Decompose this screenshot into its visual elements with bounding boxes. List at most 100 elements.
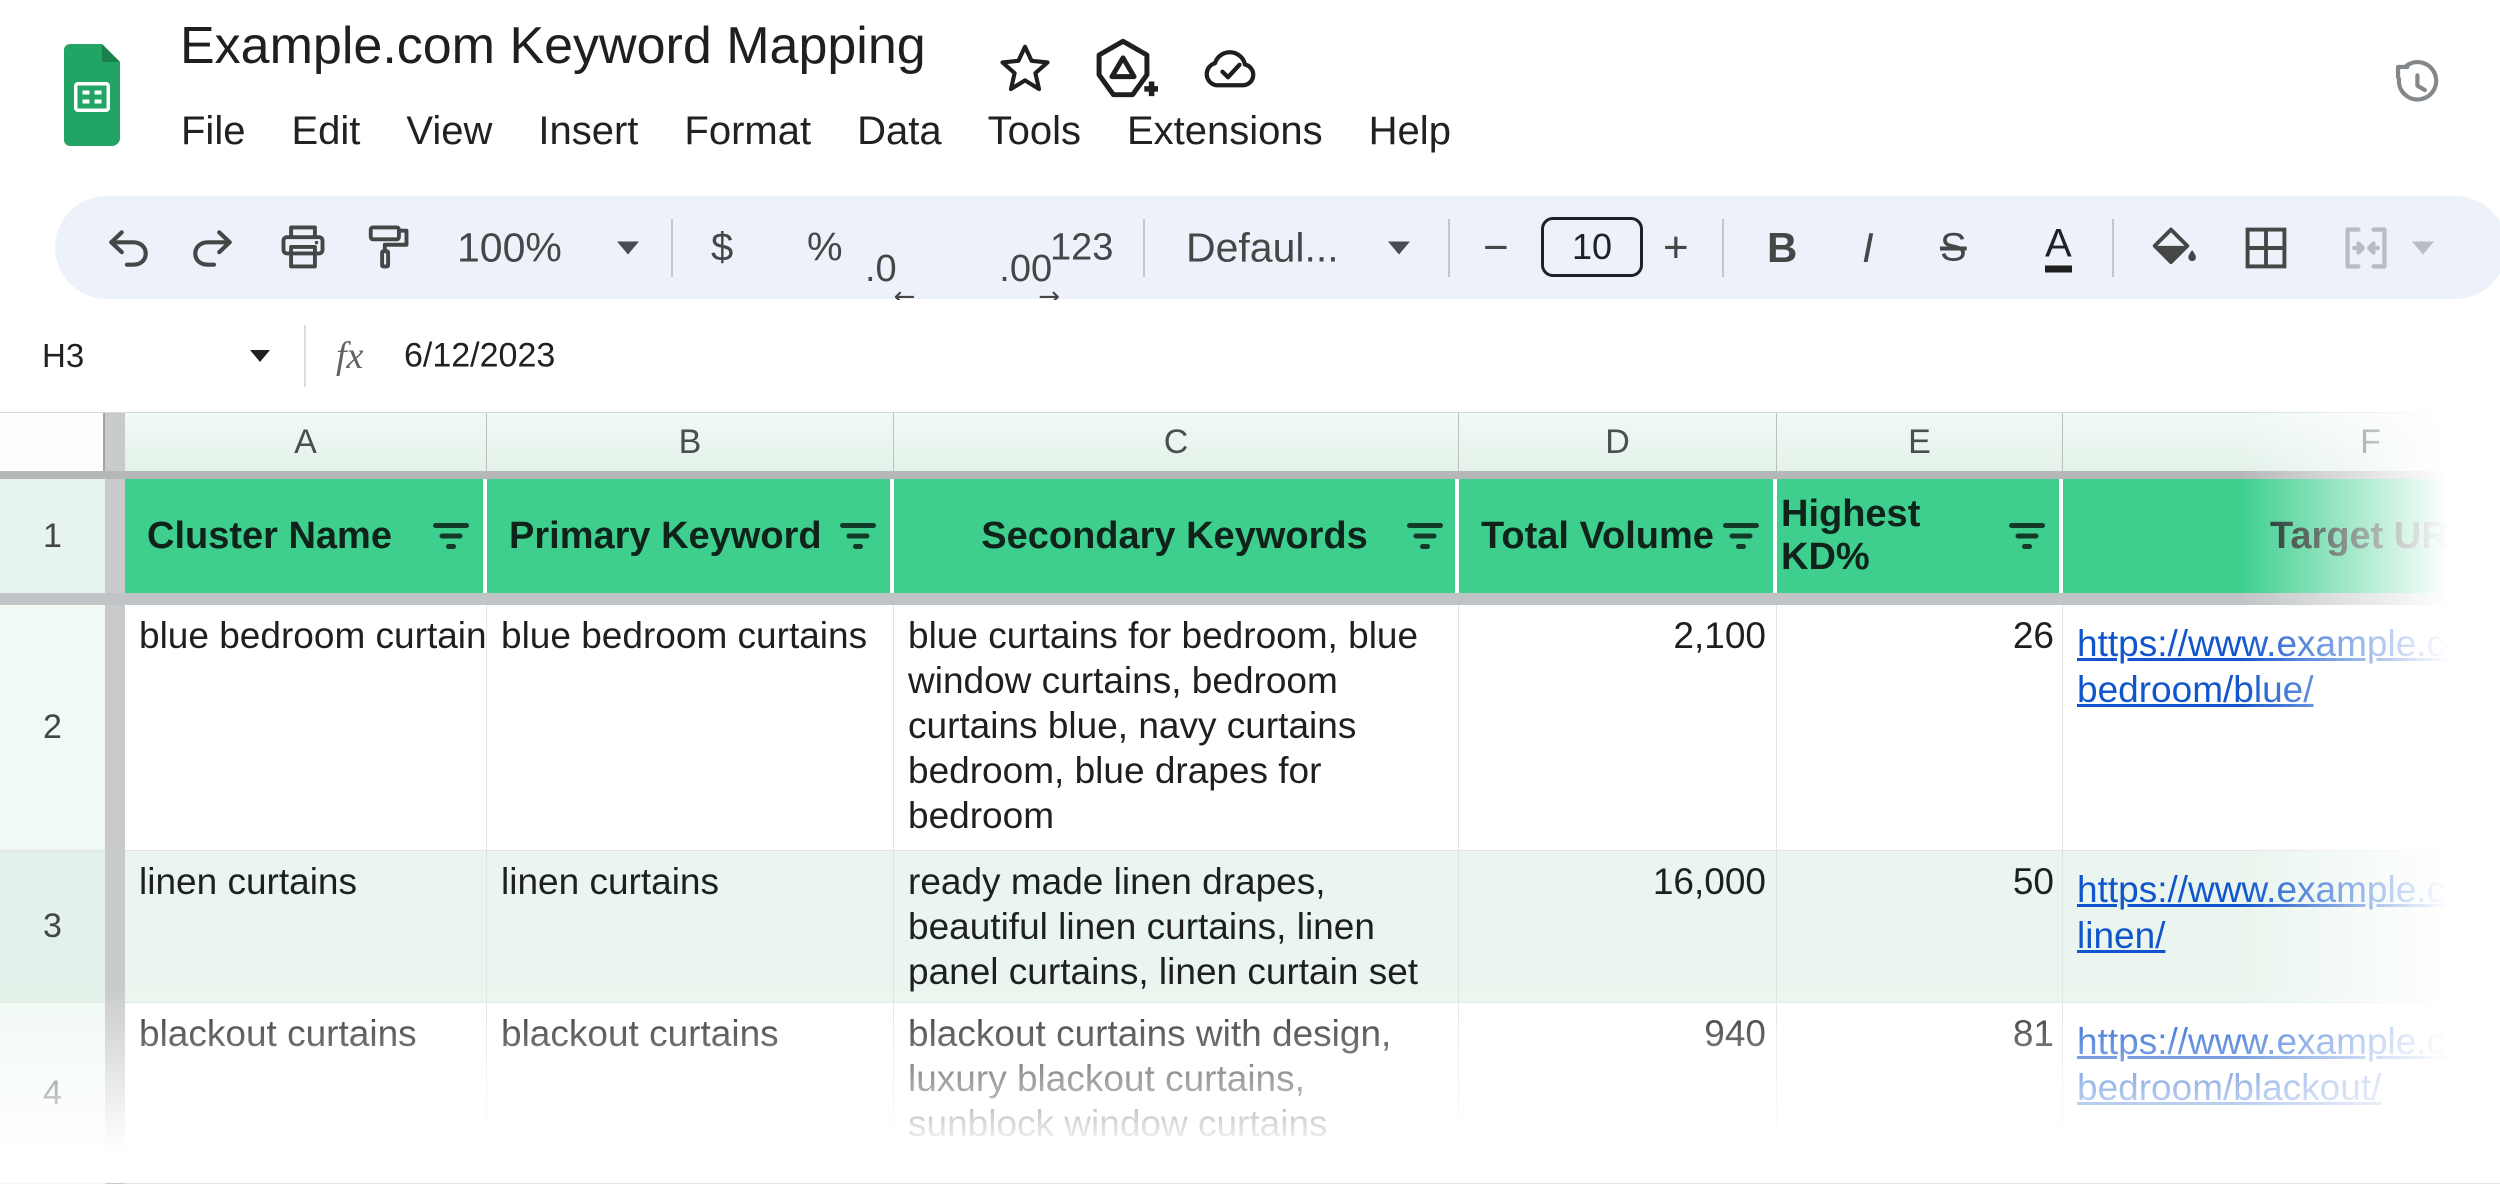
menu-item-help[interactable]: Help bbox=[1346, 102, 1474, 160]
target-url-link[interactable]: https://www.example.com/ bbox=[2077, 1019, 2500, 1065]
undo-icon[interactable] bbox=[103, 223, 153, 273]
table-row: 2 blue bedroom curtains blue bedroom cur… bbox=[0, 605, 2500, 851]
table-row: 4 blackout curtains blackout curtains bl… bbox=[0, 1003, 2500, 1184]
toolbar-separator bbox=[1448, 219, 1450, 277]
formula-input[interactable]: 6/12/2023 bbox=[404, 337, 555, 376]
sheets-logo-icon[interactable] bbox=[64, 44, 120, 146]
name-box-caret-icon[interactable] bbox=[250, 350, 270, 362]
frozen-pane-divider-vertical bbox=[105, 851, 125, 1003]
column-header-a[interactable]: A bbox=[125, 413, 487, 471]
column-header-b[interactable]: B bbox=[487, 413, 894, 471]
filter-icon[interactable] bbox=[840, 523, 876, 549]
move-to-drive-icon[interactable] bbox=[1088, 34, 1158, 104]
column-header-e[interactable]: E bbox=[1777, 413, 2063, 471]
menu-item-view[interactable]: View bbox=[383, 102, 515, 160]
menu-item-tools[interactable]: Tools bbox=[965, 102, 1104, 160]
cell-target-url[interactable]: https://www.example.com/ bedroom/blue/ bbox=[2063, 605, 2500, 851]
cell-cluster-name[interactable]: linen curtains bbox=[125, 851, 487, 1003]
row-header-3[interactable]: 3 bbox=[0, 851, 105, 1003]
header-cell-primary-keyword[interactable]: Primary Keyword bbox=[487, 479, 894, 593]
menu-item-edit[interactable]: Edit bbox=[268, 102, 383, 160]
cloud-saved-icon[interactable] bbox=[1192, 39, 1266, 99]
toolbar: 100% $ % .0← .00→ 123 Defaul... − 10 + B… bbox=[55, 196, 2500, 299]
filter-icon[interactable] bbox=[1723, 523, 1759, 549]
cell-highest-kd[interactable]: 50 bbox=[1777, 851, 2063, 1003]
menu-bar: File Edit View Insert Format Data Tools … bbox=[158, 102, 1474, 160]
target-url-link[interactable]: https://www.example.com/ bbox=[2077, 621, 2500, 667]
cell-target-url[interactable]: https://www.example.com/ linen/ bbox=[2063, 851, 2500, 1003]
cell-secondary-keywords[interactable]: blue curtains for bedroom, blue window c… bbox=[894, 605, 1459, 851]
cell-cluster-name[interactable]: blue bedroom curtains bbox=[125, 605, 487, 851]
font-select[interactable]: Defaul... bbox=[1186, 224, 1339, 271]
version-history-icon[interactable] bbox=[2388, 56, 2444, 112]
cell-primary-keyword[interactable]: blue bedroom curtains bbox=[487, 605, 894, 851]
cell-cluster-name[interactable]: blackout curtains bbox=[125, 1003, 487, 1184]
target-url-link[interactable]: https://www.example.com/ bbox=[2077, 867, 2500, 913]
bold-button[interactable]: B bbox=[1767, 224, 1797, 272]
document-title[interactable]: Example.com Keyword Mapping bbox=[180, 14, 926, 78]
app-header: Example.com Keyword Mapping File Edit Vi… bbox=[0, 0, 2500, 196]
strikethrough-button[interactable]: S bbox=[1940, 225, 1967, 270]
select-all-corner[interactable] bbox=[0, 413, 105, 471]
redo-icon[interactable] bbox=[188, 223, 238, 273]
fill-color-icon[interactable] bbox=[2145, 222, 2197, 274]
cell-secondary-keywords[interactable]: blackout curtains with design, luxury bl… bbox=[894, 1003, 1459, 1184]
filter-icon[interactable] bbox=[2009, 523, 2045, 549]
menu-item-insert[interactable]: Insert bbox=[515, 102, 661, 160]
paint-format-icon[interactable] bbox=[361, 222, 413, 274]
menu-item-file[interactable]: File bbox=[158, 102, 268, 160]
header-cell-cluster-name[interactable]: Cluster Name bbox=[125, 479, 487, 593]
header-cell-target-url[interactable]: Target URL bbox=[2063, 479, 2500, 593]
column-header-f[interactable]: F bbox=[2063, 413, 2500, 471]
header-strip-border bbox=[0, 471, 2500, 479]
borders-icon[interactable] bbox=[2240, 222, 2292, 274]
cell-total-volume[interactable]: 940 bbox=[1459, 1003, 1777, 1184]
row-header-2[interactable]: 2 bbox=[0, 605, 105, 851]
font-size-input[interactable]: 10 bbox=[1541, 217, 1643, 277]
text-color-button[interactable]: A bbox=[2045, 223, 2072, 272]
merge-cells-icon[interactable] bbox=[2340, 222, 2392, 274]
star-icon[interactable] bbox=[996, 40, 1054, 98]
column-header-c[interactable]: C bbox=[894, 413, 1459, 471]
increase-font-size-button[interactable]: + bbox=[1663, 223, 1689, 273]
frozen-pane-divider-vertical bbox=[105, 413, 125, 471]
target-url-link[interactable]: bedroom/blackout/ bbox=[2077, 1065, 2500, 1111]
cell-highest-kd[interactable]: 26 bbox=[1777, 605, 2063, 851]
menu-item-format[interactable]: Format bbox=[661, 102, 834, 160]
row-header-1[interactable]: 1 bbox=[0, 479, 105, 593]
cell-secondary-keywords[interactable]: ready made linen drapes, beautiful linen… bbox=[894, 851, 1459, 1003]
format-currency-button[interactable]: $ bbox=[711, 225, 733, 270]
font-caret-icon[interactable] bbox=[1388, 241, 1410, 254]
cell-highest-kd[interactable]: 81 bbox=[1777, 1003, 2063, 1184]
menu-item-extensions[interactable]: Extensions bbox=[1104, 102, 1346, 160]
target-url-link[interactable]: bedroom/blue/ bbox=[2077, 667, 2500, 713]
merge-caret-icon[interactable] bbox=[2412, 241, 2434, 254]
more-formats-button[interactable]: 123 bbox=[1050, 226, 1113, 269]
decrease-decimal-button[interactable]: .0← bbox=[865, 248, 907, 290]
zoom-select[interactable]: 100% bbox=[457, 224, 562, 271]
cell-target-url[interactable]: https://www.example.com/ bedroom/blackou… bbox=[2063, 1003, 2500, 1184]
toolbar-separator bbox=[2112, 219, 2114, 277]
name-box[interactable]: H3 bbox=[42, 337, 84, 375]
header-cell-total-volume[interactable]: Total Volume bbox=[1459, 479, 1777, 593]
cell-primary-keyword[interactable]: blackout curtains bbox=[487, 1003, 894, 1184]
header-cell-highest-kd[interactable]: Highest KD% bbox=[1777, 479, 2063, 593]
header-cell-secondary-keywords[interactable]: Secondary Keywords bbox=[894, 479, 1459, 593]
frozen-pane-divider-vertical bbox=[105, 479, 125, 593]
italic-button[interactable]: I bbox=[1862, 224, 1874, 272]
filter-icon[interactable] bbox=[1407, 523, 1443, 549]
cell-primary-keyword[interactable]: linen curtains bbox=[487, 851, 894, 1003]
cell-total-volume[interactable]: 16,000 bbox=[1459, 851, 1777, 1003]
filter-icon[interactable] bbox=[433, 523, 469, 549]
column-header-d[interactable]: D bbox=[1459, 413, 1777, 471]
row-header-4[interactable]: 4 bbox=[0, 1003, 105, 1184]
toolbar-separator bbox=[1722, 219, 1724, 277]
print-icon[interactable] bbox=[277, 222, 329, 274]
format-percent-button[interactable]: % bbox=[807, 225, 843, 270]
target-url-link[interactable]: linen/ bbox=[2077, 913, 2500, 959]
zoom-caret-icon[interactable] bbox=[617, 241, 639, 254]
cell-total-volume[interactable]: 2,100 bbox=[1459, 605, 1777, 851]
increase-decimal-button[interactable]: .00→ bbox=[999, 248, 1052, 290]
decrease-font-size-button[interactable]: − bbox=[1483, 223, 1509, 273]
menu-item-data[interactable]: Data bbox=[834, 102, 965, 160]
